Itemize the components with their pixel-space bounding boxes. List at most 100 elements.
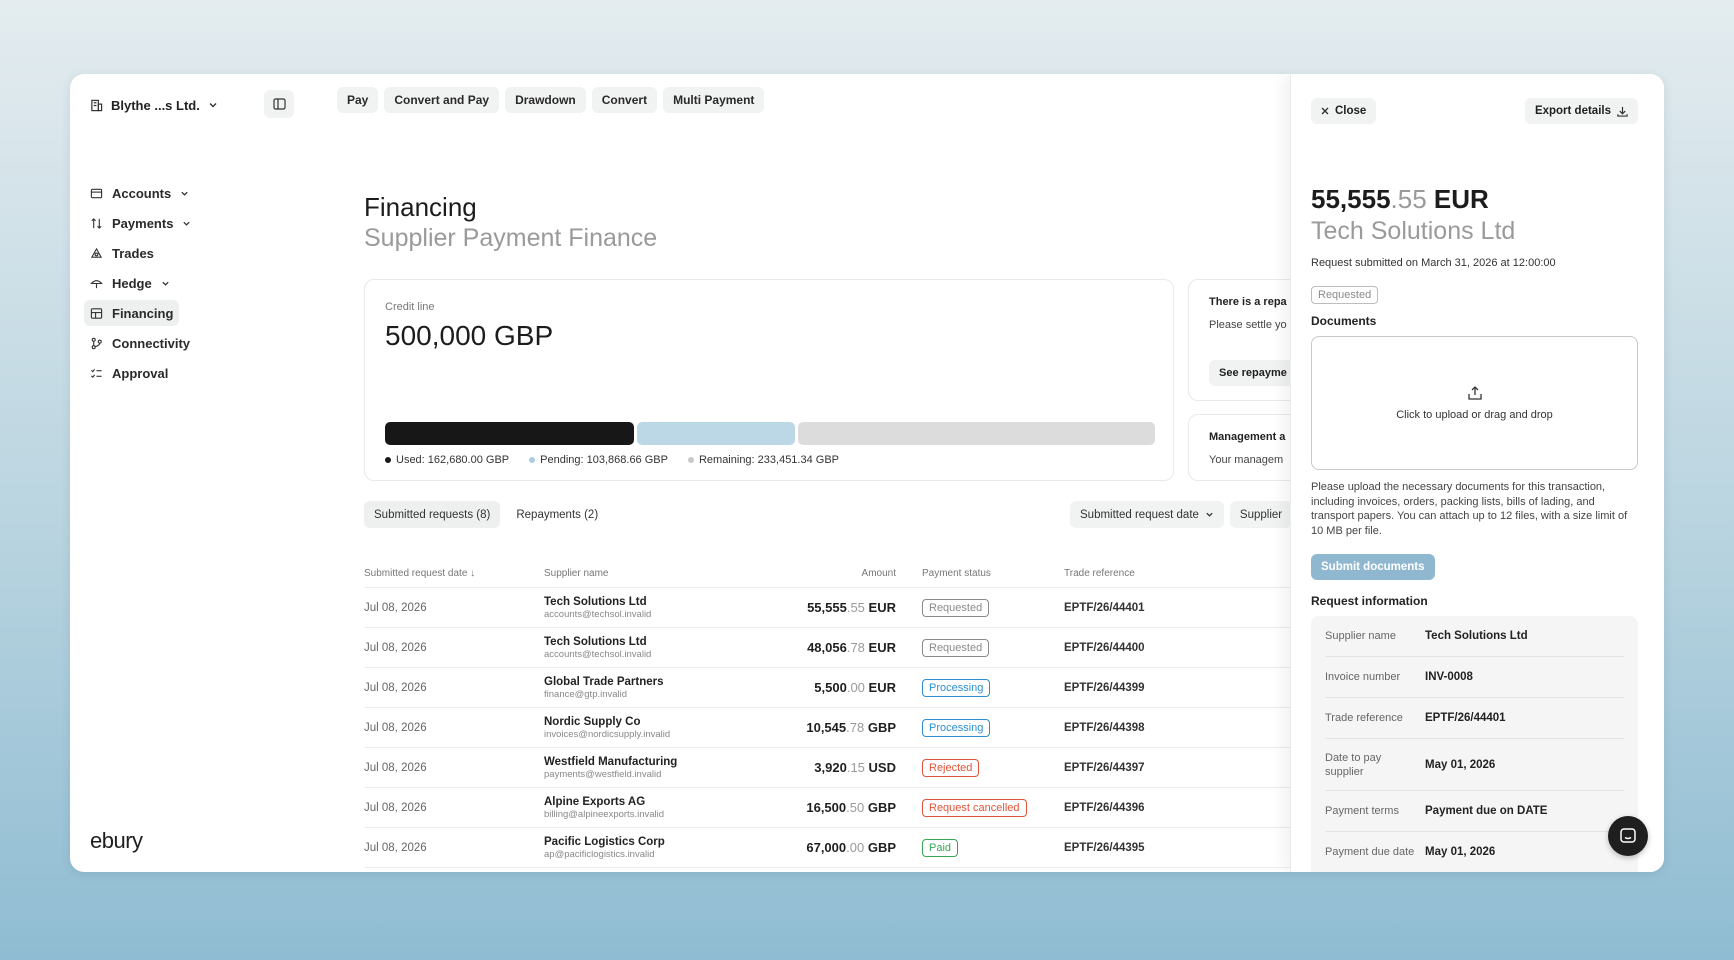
status-badge: Rejected: [922, 759, 980, 777]
credit-line-value: 500,000 GBP: [385, 320, 554, 351]
sidebar-item-label: Accounts: [112, 185, 172, 201]
management-card-title: Management a: [1209, 431, 1286, 443]
row-trade-ref: EPTF/26/44396: [1064, 801, 1145, 814]
status-badge: Requested: [922, 599, 990, 617]
row-amount: 55,555.55 EUR: [794, 600, 896, 615]
row-supplier: Alpine Exports AG billing@alpineexports.i…: [544, 796, 794, 820]
upload-icon: [1467, 386, 1482, 400]
row-amount: 48,056.78 EUR: [794, 640, 896, 655]
sidebar-item-hedge[interactable]: Hedge: [84, 270, 176, 296]
row-amount: 16,500.50 GBP: [794, 800, 896, 815]
table-row[interactable]: Jul 08, 2026 Global Trade Partners finance…: [364, 668, 1404, 708]
credit-legend: Used: 162,680.00 GBP Pending: 103,868.66…: [385, 454, 839, 466]
chevron-down-icon: [183, 221, 191, 226]
row-date: Jul 08, 2026: [364, 601, 427, 614]
row-supplier: Nordic Supply Co invoices@nordicsupply.in…: [544, 716, 794, 740]
approval-icon: [90, 368, 102, 378]
status-badge: Processing: [922, 719, 991, 737]
sidebar-item-accounts[interactable]: Accounts: [84, 180, 195, 206]
row-amount-int: 16,500: [806, 800, 847, 815]
sort-date-label: Submitted request date: [1080, 508, 1199, 521]
sidebar-item-payments[interactable]: Payments: [84, 210, 197, 236]
row-amount-dec: .15: [846, 760, 865, 775]
row-amount: 10,545.78 GBP: [794, 720, 896, 735]
col-header-amount: Amount: [861, 568, 896, 579]
status-badge: Request cancelled: [922, 799, 1027, 817]
sidebar-toggle-button[interactable]: [264, 90, 294, 118]
legend-used-label: Used: 162,680.00 GBP: [396, 454, 510, 466]
legend-used: Used: 162,680.00 GBP: [385, 454, 509, 466]
row-amount-dec: .00: [846, 680, 865, 695]
sort-date-dropdown[interactable]: Submitted request date: [1070, 501, 1224, 528]
col-header-date[interactable]: Submitted request date ↓: [364, 568, 544, 579]
row-status: Processing: [896, 678, 1064, 697]
export-details-button[interactable]: Export details: [1524, 98, 1638, 124]
sidebar-item-label: Trades: [112, 245, 154, 261]
download-icon: [1617, 106, 1628, 117]
status-badge: Requested: [922, 639, 990, 657]
upload-dropzone[interactable]: Click to upload or drag and drop: [1311, 336, 1638, 470]
export-label: Export details: [1534, 105, 1611, 117]
table-row[interactable]: Jul 08, 2026 Tech Solutions Ltd accounts@t…: [364, 628, 1404, 668]
supplier-filter-dropdown[interactable]: Supplier: [1229, 501, 1293, 528]
row-amount-currency: EUR: [868, 680, 896, 695]
row-amount: 3,920.15 USD: [794, 760, 896, 775]
row-amount-int: 55,555: [807, 600, 847, 615]
requests-table: Submitted request date ↓ Supplier name A…: [364, 560, 1404, 868]
close-button[interactable]: Close: [1311, 98, 1377, 124]
row-amount-int: 5,500: [814, 680, 847, 695]
table-row[interactable]: Jul 08, 2026 Alpine Exports AG billing@alp…: [364, 788, 1404, 828]
sidebar-item-financing[interactable]: Financing: [84, 300, 180, 326]
remaining-segment: [798, 422, 1155, 445]
info-row: Trade reference EPTF/26/44401: [1325, 698, 1624, 739]
info-row: Invoice number INV-0008: [1325, 657, 1624, 698]
row-date: Jul 08, 2026: [364, 841, 427, 854]
row-trade-ref: EPTF/26/44397: [1064, 761, 1145, 774]
org-switcher[interactable]: Blythe ...s Ltd.: [90, 94, 218, 116]
table-row[interactable]: Jul 08, 2026 Pacific Logistics Corp ap@pac…: [364, 828, 1404, 868]
info-label: Invoice number: [1325, 671, 1401, 683]
tab-submitted-requests[interactable]: Submitted requests (8): [364, 501, 501, 528]
info-value: Tech Solutions Ltd: [1425, 630, 1528, 642]
info-row: Date to pay supplier May 01, 2026: [1325, 739, 1624, 791]
row-supplier-email: accounts@techsol.invalid: [544, 608, 652, 620]
request-info-list: Supplier name Tech Solutions Ltd Invoice n…: [1311, 616, 1638, 872]
row-status: Requested: [896, 638, 1064, 657]
row-supplier-name: Global Trade Partners: [544, 675, 664, 688]
detail-amount-int: 55,555: [1311, 184, 1391, 214]
chevron-down-icon: [162, 281, 169, 286]
row-trade-ref: EPTF/26/44398: [1064, 721, 1145, 734]
tab-repayments[interactable]: Repayments (2): [506, 501, 608, 528]
row-amount-dec: .78: [846, 720, 865, 735]
sidebar-item-approval[interactable]: Approval: [84, 360, 174, 386]
submit-documents-button[interactable]: Submit documents: [1311, 554, 1435, 580]
status-badge: Requested: [1311, 286, 1379, 304]
sidebar-item-connectivity[interactable]: Connectivity: [84, 330, 196, 356]
legend-pending-label: Pending: 103,868.66 GBP: [540, 454, 668, 466]
table-row[interactable]: Jul 08, 2026 Nordic Supply Co invoices@nor…: [364, 708, 1404, 748]
see-repayments-button[interactable]: See repayme: [1209, 360, 1297, 386]
financing-icon: [90, 307, 103, 319]
row-amount: 5,500.00 EUR: [794, 680, 896, 695]
row-supplier-email: accounts@techsol.invalid: [544, 648, 652, 660]
legend-remaining: Remaining: 233,451.34 GBP: [687, 454, 839, 466]
page-subtitle: Supplier Payment Finance: [364, 224, 658, 252]
sidebar-item-trades[interactable]: Trades: [84, 240, 160, 266]
row-supplier: Global Trade Partners finance@gtp.invalid: [544, 676, 794, 700]
info-value: May 01, 2026: [1425, 846, 1496, 858]
row-trade-ref: EPTF/26/44401: [1064, 601, 1145, 614]
table-row[interactable]: Jul 08, 2026 Westfield Manufacturing payme…: [364, 748, 1404, 788]
row-date: Jul 08, 2026: [364, 761, 427, 774]
row-amount-currency: EUR: [868, 640, 896, 655]
info-row: Payment due date May 01, 2026: [1325, 832, 1624, 872]
upload-help-text: Please upload the necessary documents fo…: [1311, 481, 1628, 537]
chat-button[interactable]: [1608, 816, 1648, 856]
row-supplier-name: Westfield Manufacturing: [544, 755, 678, 768]
info-label: Date to pay supplier: [1325, 751, 1382, 778]
chevron-down-icon: [209, 103, 217, 108]
info-row: Supplier name Tech Solutions Ltd: [1325, 616, 1624, 657]
table-row[interactable]: Jul 08, 2026 Tech Solutions Ltd accounts@t…: [364, 588, 1404, 628]
request-detail-panel: Close Export details 55,555.55 EUR Tech …: [1290, 74, 1664, 872]
legend-pending: Pending: 103,868.66 GBP: [529, 454, 668, 466]
row-amount-int: 67,000: [806, 840, 847, 855]
